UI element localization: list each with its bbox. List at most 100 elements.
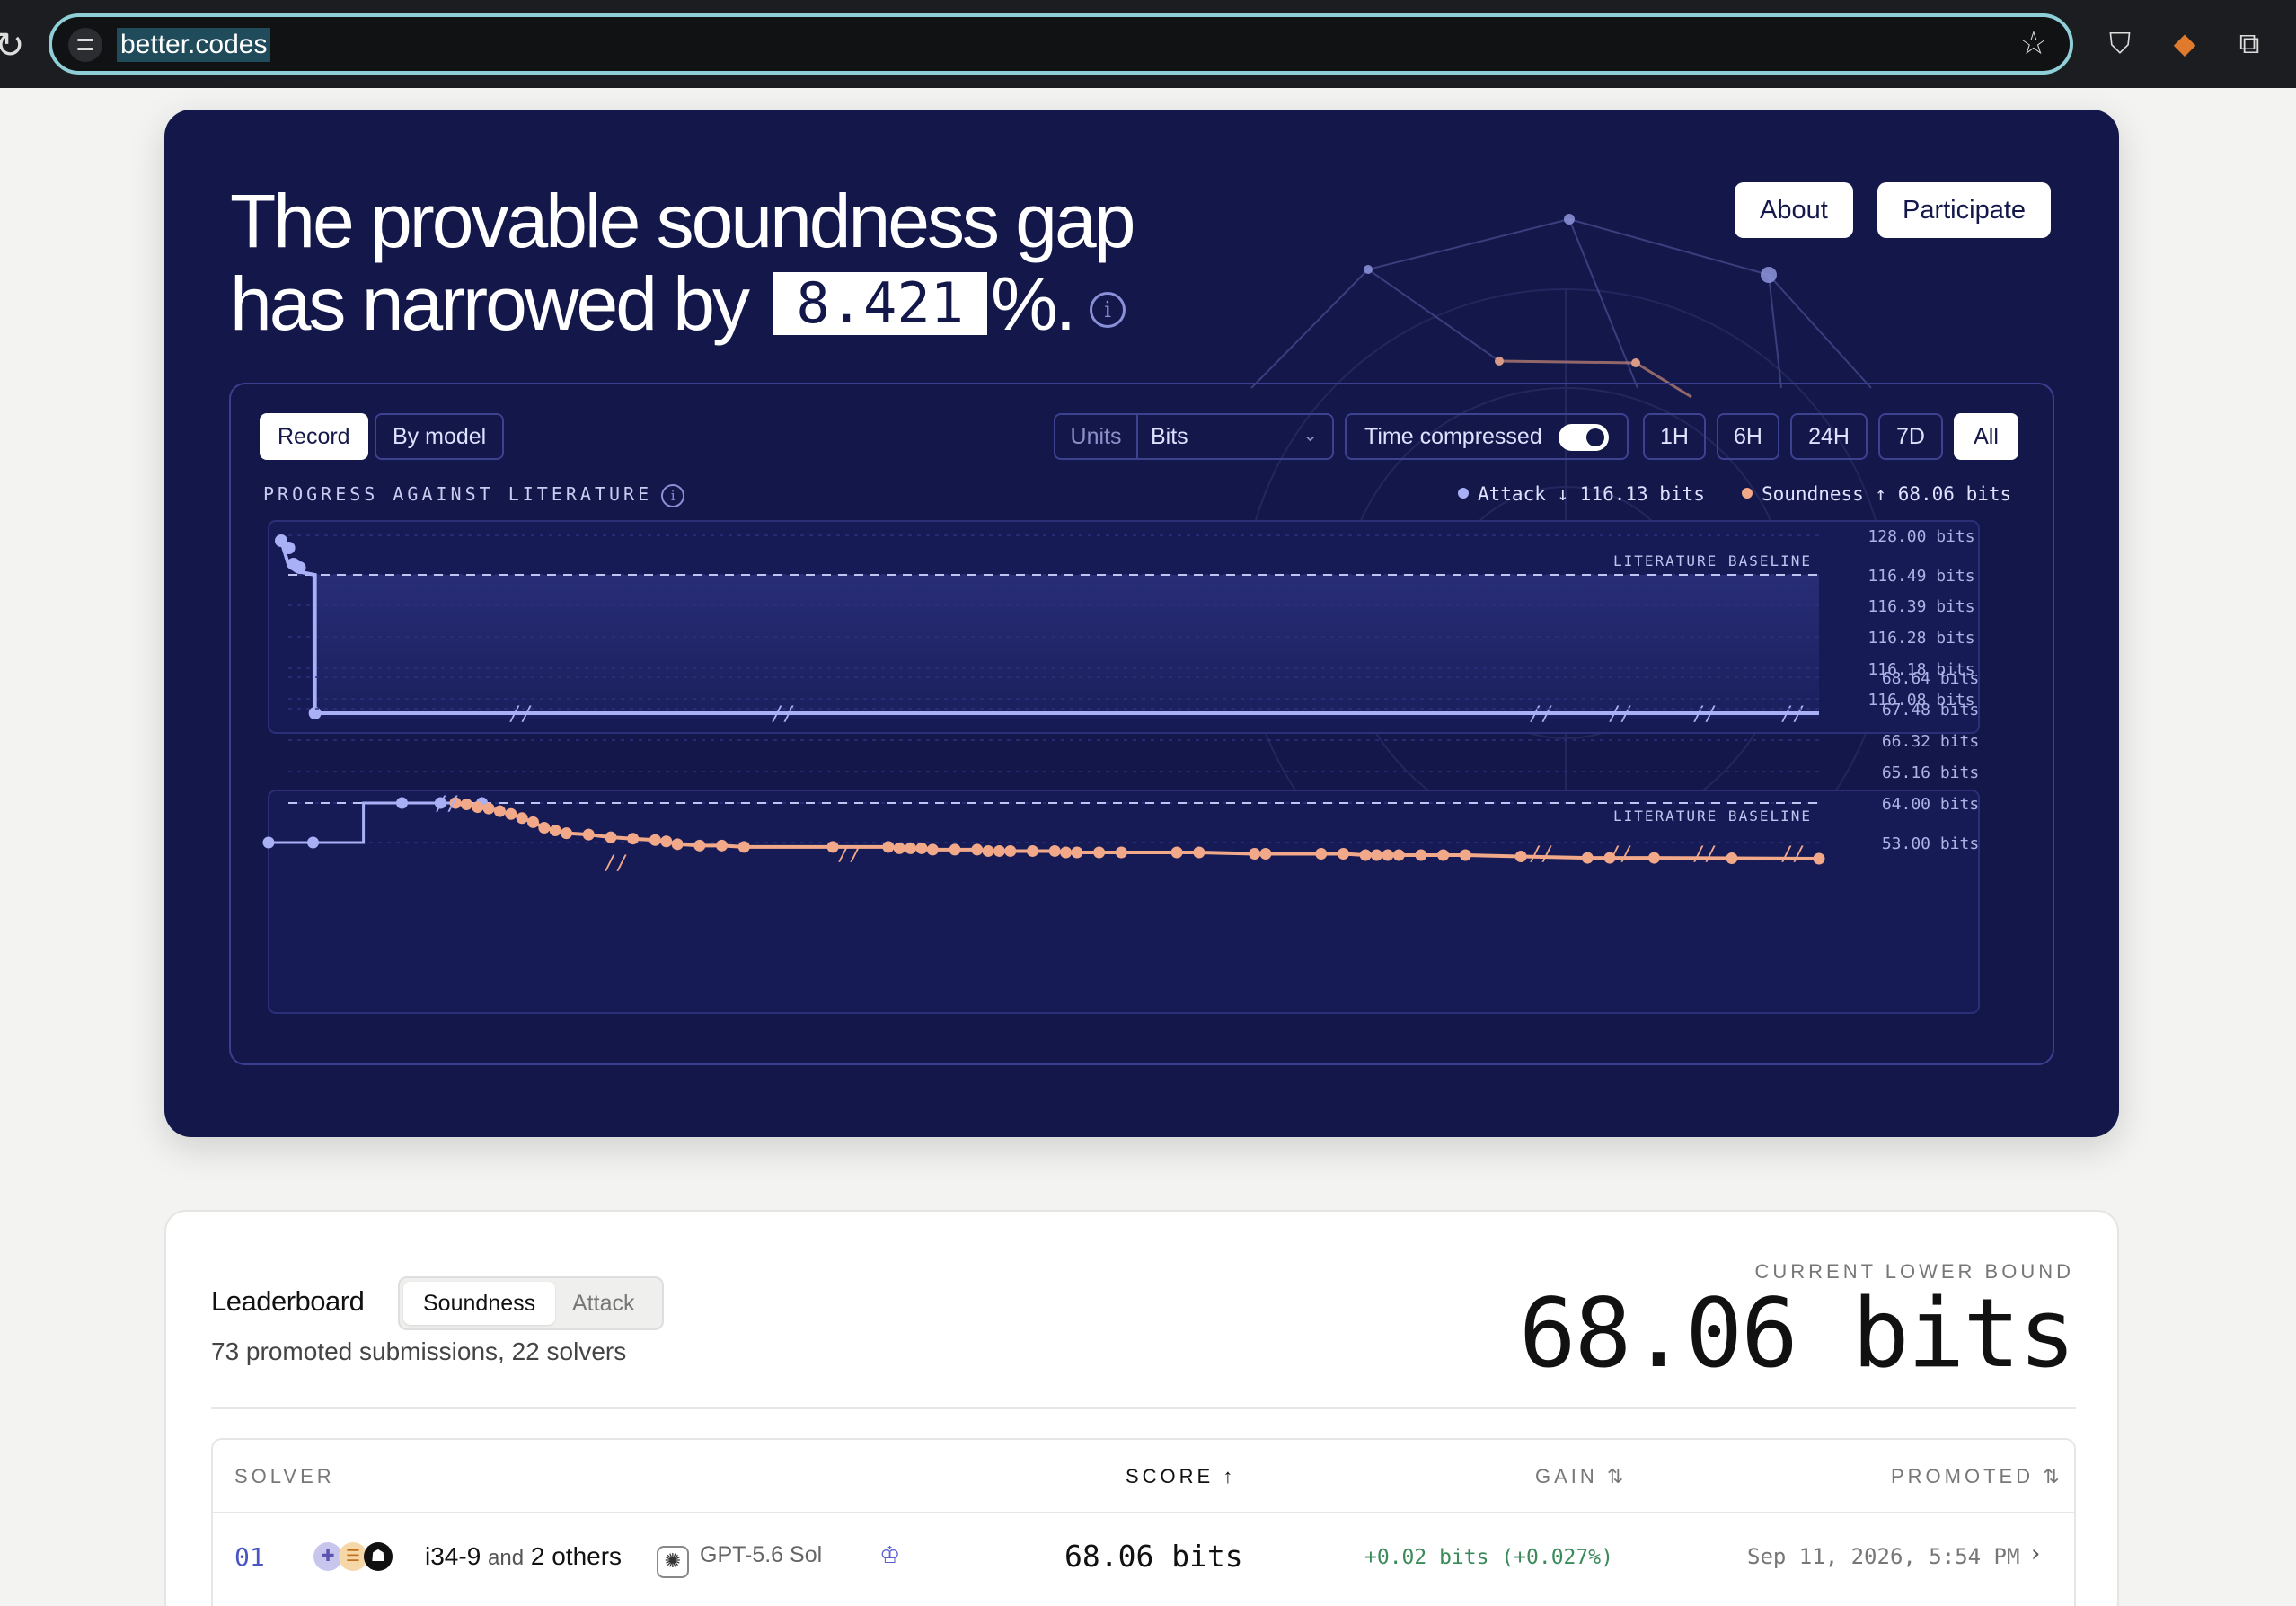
model-name: GPT-5.6 Sol [700,1542,823,1567]
soundness-break-marker: // [436,793,460,816]
column-header-promoted[interactable]: PROMOTED ⇅ [1891,1465,2063,1488]
soundness-point [605,831,617,843]
soundness-point [971,843,984,856]
soundness-point [671,838,684,851]
soundness-tick-label: 66.32 bits [1882,732,1979,751]
divider [211,1407,2076,1409]
soundness-point [693,839,706,852]
soundness-prebaseline-point [262,836,275,849]
soundness-break-marker: // [1693,843,1718,866]
soundness-break-marker: // [838,843,862,866]
browser-toolbar: ↻ better.codes ☆ ⛉ ◆ ⧉ [0,0,2296,88]
soundness-point [982,844,994,857]
headline-suffix: %. [991,261,1076,346]
soundness-point [882,841,895,853]
soundness-point [493,805,506,817]
soundness-point [627,833,640,845]
attack-area [312,575,1819,719]
attack-tick-label: 116.28 bits [1868,629,1974,648]
soundness-point [472,801,484,814]
soundness-prebaseline-point [307,836,319,849]
soundness-point [1371,849,1383,861]
address-bar[interactable]: better.codes ☆ [49,13,2073,75]
chevron-right-icon[interactable]: › [2031,1540,2040,1567]
soundness-point [826,841,839,853]
progress-chart[interactable]: 128.00 bits 116.49 bits 116.39 bits 116.28 … [231,384,2056,1067]
soundness-tick-label: 67.48 bits [1882,701,1979,719]
info-icon[interactable]: i [1090,292,1126,328]
soundness-point [1071,846,1083,859]
model-tag: ✺ GPT-5.6 Sol [657,1542,822,1578]
soundness-point [1060,846,1073,859]
soundness-point [505,807,517,820]
attack-break-marker: // [1530,703,1554,726]
soundness-point [1193,846,1205,859]
attack-point [282,542,296,554]
crown-icon: ♔ [879,1542,901,1569]
attack-break-marker: // [509,703,534,726]
star-icon[interactable]: ☆ [2019,25,2048,62]
site-settings-icon[interactable] [68,28,102,62]
fox-extension-icon[interactable]: ◆ [2167,25,2203,61]
extensions-puzzle-icon[interactable]: ⧉ [2231,25,2267,61]
solver-primary[interactable]: i34-9 [425,1542,481,1570]
soundness-point [1382,849,1394,861]
attack-tick-label: 116.39 bits [1868,597,1974,616]
gain-value: +0.02 bits (+0.027%) [1364,1546,1613,1569]
soundness-point [549,825,561,837]
soundness-point [905,842,917,854]
attack-tick-label: 116.49 bits [1868,567,1974,586]
soundness-point [1027,844,1039,857]
attack-baseline-label: LITERATURE BASELINE [1613,552,1812,569]
url-text[interactable]: better.codes [117,28,271,62]
soundness-point [1392,849,1405,861]
soundness-point [926,843,939,856]
soundness-point [1459,849,1471,861]
column-header-gain[interactable]: GAIN ⇅ [1535,1465,1627,1488]
soundness-baseline-label: LITERATURE BASELINE [1613,807,1812,825]
soundness-point [1337,848,1349,860]
soundness-point [1581,852,1594,864]
attack-point [308,707,322,719]
soundness-break-marker: // [1781,843,1806,866]
soundness-point [1315,848,1328,860]
column-header-score[interactable]: SCORE ↑ [1126,1465,1236,1488]
rank: 01 [234,1542,265,1572]
soundness-point [526,816,539,828]
shield-extension-icon[interactable]: ⛉ [2102,25,2138,61]
solver-and: and [488,1546,525,1570]
soundness-break-marker: // [605,852,629,875]
soundness-point [1726,852,1738,865]
soundness-point [915,842,928,854]
soundness-tick-label: 65.16 bits [1882,763,1979,782]
openai-logo-icon: ✺ [657,1546,689,1578]
soundness-point [1048,844,1061,857]
soundness-point [716,839,729,852]
soundness-point [1359,849,1372,861]
soundness-point [1004,844,1017,857]
soundness-point [561,827,573,840]
solver-name[interactable]: i34-9 and 2 others [425,1542,622,1571]
column-header-solver[interactable]: SOLVER [234,1465,335,1488]
leaderboard-card: Leaderboard Soundness Attack 73 promoted… [164,1210,2119,1606]
soundness-point [460,799,472,811]
leaderboard-tabs: Soundness Attack [398,1276,664,1330]
soundness-point [1259,848,1272,860]
participate-button[interactable]: Participate [1877,182,2052,238]
soundness-break-marker: // [1530,843,1554,866]
reload-icon[interactable]: ↻ [0,25,25,66]
tab-soundness[interactable]: Soundness [403,1282,556,1325]
soundness-tick-label: 53.00 bits [1882,834,1979,853]
soundness-point [949,843,961,856]
solver-others[interactable]: 2 others [531,1542,622,1570]
tab-attack[interactable]: Attack [552,1282,654,1325]
soundness-point [1514,851,1527,863]
headline-line-2: has narrowed by 8.421%. i [230,262,1133,345]
attack-break-marker: // [1781,703,1806,726]
about-button[interactable]: About [1735,182,1853,238]
soundness-point [1437,849,1450,861]
soundness-point [1249,848,1261,860]
soundness-point [516,812,528,825]
solver-avatar-icon: ☗ [364,1542,393,1571]
soundness-point [649,834,661,846]
